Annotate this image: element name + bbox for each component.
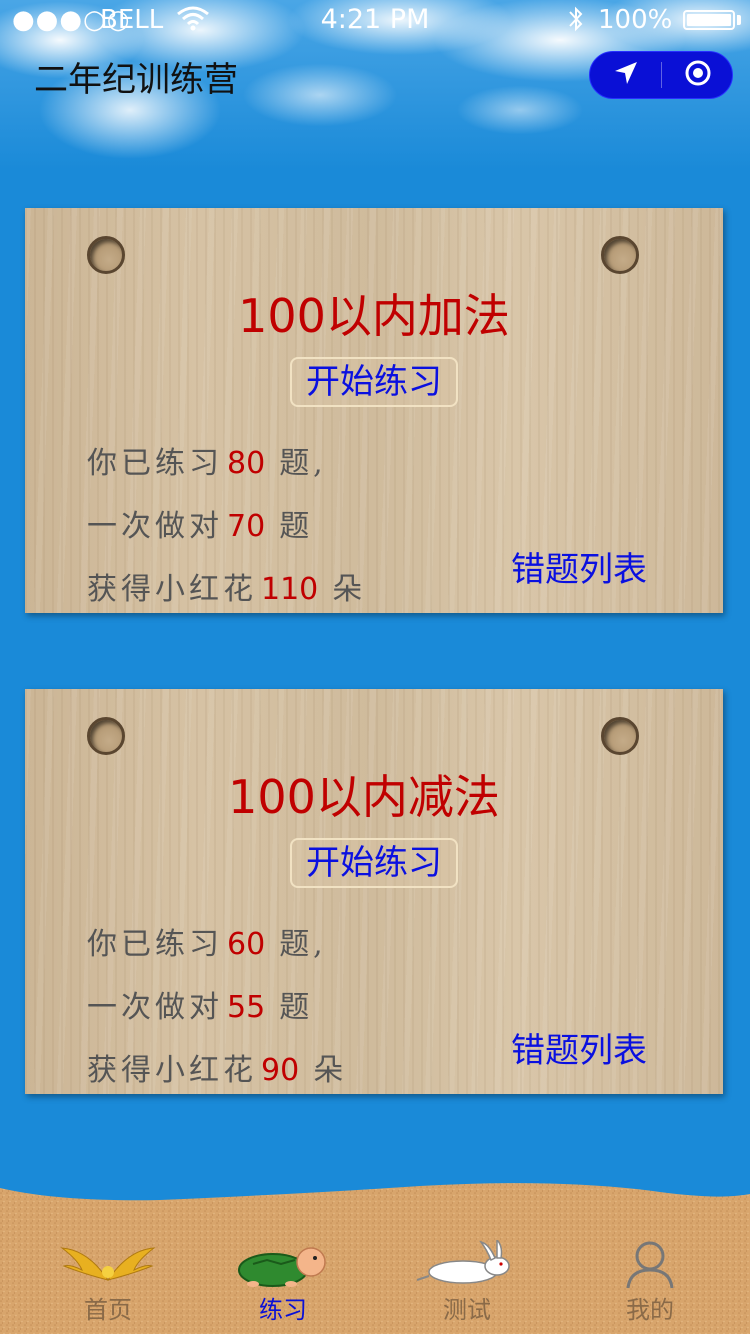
practiced-prefix: 你已练习 <box>87 446 223 481</box>
flowers-count: 110 <box>261 572 319 607</box>
practiced-count-line: 你已练习 60 题, <box>87 919 327 963</box>
battery-percent: 100% <box>598 5 673 35</box>
tab-label: 测试 <box>443 1296 491 1324</box>
close-miniprogram-button[interactable] <box>662 52 734 98</box>
bluetooth-icon <box>566 4 586 41</box>
start-practice-button[interactable]: 开始练习 <box>290 357 458 407</box>
practice-card-subtraction: 100以内减法 开始练习 你已练习 60 题, 一次做对 55 题 获得小红花 90 朵 错… <box>25 689 723 1094</box>
correct-prefix: 一次做对 <box>87 509 223 544</box>
wrong-questions-link[interactable]: 错题列表 <box>511 542 647 591</box>
practiced-count: 60 <box>227 927 266 962</box>
start-practice-button[interactable]: 开始练习 <box>290 838 458 888</box>
practiced-count-line: 你已练习 80 题, <box>87 438 327 482</box>
card-title: 100以内加法 <box>238 289 510 343</box>
correct-count-line: 一次做对 70 题 <box>87 501 313 545</box>
practiced-prefix: 你已练习 <box>87 927 223 962</box>
flowers-count-line: 获得小红花 110 朵 <box>87 564 366 608</box>
correct-count-line: 一次做对 55 题 <box>87 982 313 1026</box>
practiced-suffix: 题, <box>279 446 327 481</box>
flowers-suffix: 朵 <box>332 572 367 607</box>
correct-count: 55 <box>227 990 266 1025</box>
card-hole-left <box>87 236 125 274</box>
tab-label: 我的 <box>626 1296 674 1324</box>
page-title: 二年纪训练营 <box>34 60 238 100</box>
flowers-prefix: 获得小红花 <box>87 572 257 607</box>
tab-practice[interactable]: 练习 <box>223 1240 343 1330</box>
card-hole-right <box>601 717 639 755</box>
tab-home[interactable]: 首页 <box>48 1240 168 1330</box>
correct-count: 70 <box>227 509 266 544</box>
card-hole-left <box>87 717 125 755</box>
card-hole-right <box>601 236 639 274</box>
correct-prefix: 一次做对 <box>87 990 223 1025</box>
battery-nub <box>737 15 741 25</box>
target-icon <box>684 59 712 91</box>
correct-suffix: 题 <box>279 509 314 544</box>
card-title: 100以内减法 <box>228 770 500 824</box>
location-arrow-icon <box>613 60 639 90</box>
flowers-count-line: 获得小红花 90 朵 <box>87 1045 347 1089</box>
capsule-menu <box>589 51 733 99</box>
tab-mine[interactable]: 我的 <box>590 1240 710 1330</box>
flowers-suffix: 朵 <box>313 1053 348 1088</box>
tab-label: 练习 <box>259 1296 307 1324</box>
practice-card-addition: 100以内加法 开始练习 你已练习 80 题, 一次做对 70 题 获得小红花 110 朵 … <box>25 208 723 613</box>
flowers-prefix: 获得小红花 <box>87 1053 257 1088</box>
tab-test[interactable]: 测试 <box>407 1238 527 1330</box>
flowers-count: 90 <box>261 1053 300 1088</box>
battery-icon <box>683 10 735 30</box>
practiced-count: 80 <box>227 446 266 481</box>
status-bar: ●●●○○ BELL 4:21 PM 100% <box>0 0 750 40</box>
location-button[interactable] <box>590 52 662 98</box>
practiced-suffix: 题, <box>279 927 327 962</box>
tab-label: 首页 <box>84 1296 132 1324</box>
wrong-questions-link[interactable]: 错题列表 <box>511 1023 647 1072</box>
correct-suffix: 题 <box>279 990 314 1025</box>
